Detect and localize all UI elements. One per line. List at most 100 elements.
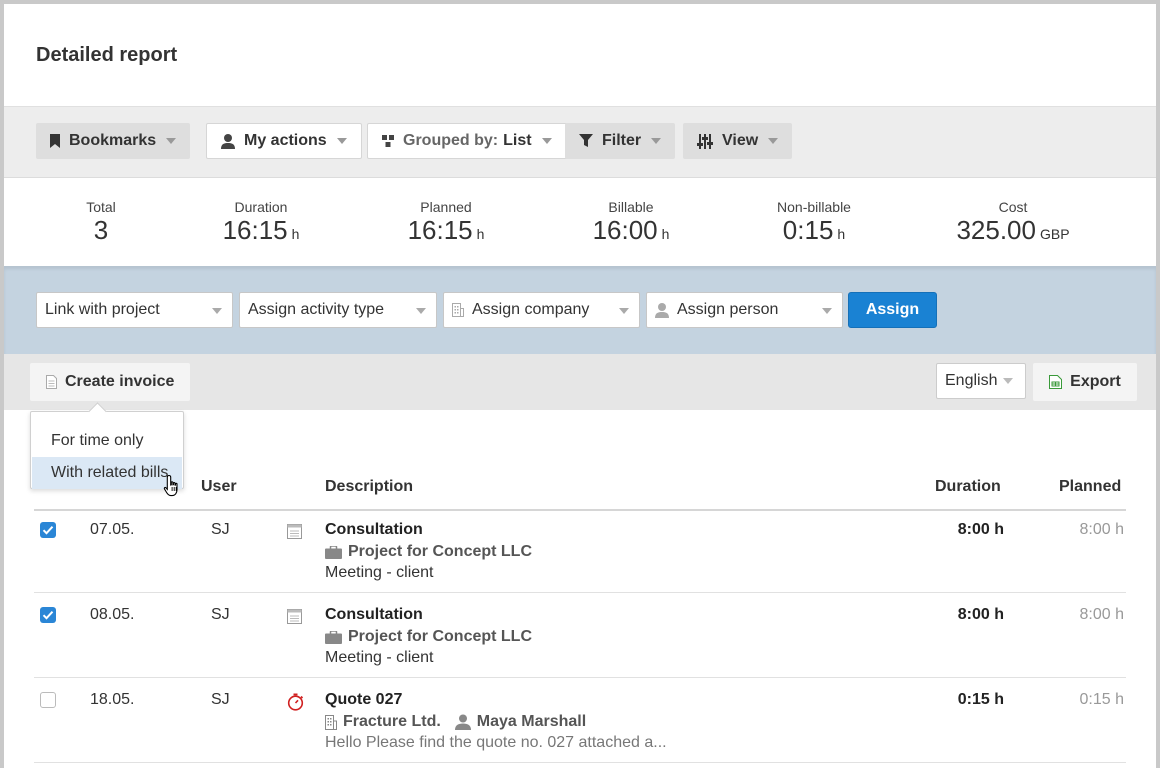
row-date: 18.05.	[90, 691, 135, 708]
chevron-down-icon	[212, 308, 222, 314]
stat-unit: GBP	[1039, 226, 1070, 242]
stat-label: Cost	[998, 199, 1028, 215]
stat-label: Total	[86, 199, 116, 215]
chevron-down-icon	[651, 138, 662, 144]
menu-item-related-bills[interactable]: With related bills	[32, 457, 182, 489]
row-checkbox[interactable]	[40, 607, 56, 623]
page-title: Detailed report	[36, 44, 178, 66]
row-project-name: Project for Concept LLC	[348, 628, 533, 645]
stat-value: 16:15 h	[201, 215, 321, 249]
stat-duration: Duration 16:15 h	[201, 199, 321, 249]
row-planned: 0:15 h	[1079, 691, 1124, 708]
stat-number: 16:15	[407, 215, 473, 245]
row-planned: 8:00 h	[1079, 606, 1124, 623]
report-toolbar: Bookmarks My actions Grouped by: List Fi…	[4, 106, 1156, 178]
row-project[interactable]: Project for Concept LLC	[325, 543, 532, 561]
stat-number: 16:00	[592, 215, 658, 245]
stat-billable: Billable 16:00 h	[571, 199, 691, 249]
action-bar: Create invoice English Export	[4, 354, 1156, 410]
row-project[interactable]: Project for Concept LLC	[325, 628, 532, 646]
building-icon	[452, 303, 464, 317]
stat-non-billable: Non-billable 0:15 h	[754, 199, 874, 249]
stat-unit: h	[476, 226, 485, 242]
row-title[interactable]: Consultation	[325, 521, 423, 539]
stat-label: Planned	[420, 199, 472, 215]
person-icon	[454, 714, 471, 730]
stat-value: 16:00 h	[571, 215, 691, 249]
hand-pointer-icon	[163, 474, 183, 503]
create-invoice-label: Create invoice	[65, 373, 175, 390]
briefcase-icon	[325, 630, 342, 644]
column-header-description[interactable]: Description	[325, 478, 413, 496]
table-row[interactable]: 18.05. SJ Quote 027 Fracture Ltd. Maya M…	[34, 678, 1126, 763]
row-duration: 0:15 h	[957, 691, 1004, 708]
stopwatch-icon	[287, 693, 304, 711]
grouped-by-button[interactable]: Grouped by: List	[367, 123, 567, 159]
row-checkbox[interactable]	[40, 522, 56, 538]
row-title[interactable]: Quote 027	[325, 691, 402, 709]
column-header-planned[interactable]: Planned	[1059, 478, 1121, 496]
stat-label: Duration	[234, 199, 288, 215]
funnel-icon	[579, 134, 593, 148]
building-icon	[325, 714, 337, 730]
row-company[interactable]: Fracture Ltd. Maya Marshall	[325, 713, 586, 731]
stat-number: 0:15	[782, 215, 834, 245]
bookmark-icon	[50, 134, 60, 148]
filter-label: Filter	[602, 132, 642, 149]
view-label: View	[722, 132, 759, 149]
stat-unit: h	[291, 226, 300, 242]
chevron-down-icon	[619, 308, 629, 314]
row-date: 07.05.	[90, 521, 135, 538]
calendar-icon	[287, 523, 302, 539]
table-row[interactable]: 07.05. SJ Consultation Project for Conce…	[34, 508, 1126, 593]
activity-type-select[interactable]: Assign activity type	[239, 292, 437, 328]
row-project-name: Project for Concept LLC	[348, 543, 533, 560]
language-select[interactable]: English	[936, 363, 1026, 399]
stat-number: 325.00	[956, 215, 1036, 245]
column-header-user[interactable]: User	[201, 478, 237, 496]
language-value: English	[945, 372, 998, 389]
grouped-by-label: Grouped by:	[403, 132, 499, 149]
row-note: Meeting - client	[325, 564, 434, 581]
company-label: Assign company	[472, 301, 590, 318]
chevron-down-icon	[541, 138, 552, 144]
row-date: 08.05.	[90, 606, 135, 623]
create-invoice-button[interactable]: Create invoice	[30, 363, 191, 401]
my-actions-label: My actions	[244, 132, 327, 149]
row-checkbox[interactable]	[40, 692, 56, 708]
filter-button[interactable]: Filter	[565, 123, 676, 159]
table-row[interactable]: 08.05. SJ Consultation Project for Conce…	[34, 593, 1126, 678]
stat-number: 3	[93, 215, 109, 245]
group-icon	[382, 135, 394, 147]
row-title[interactable]: Consultation	[325, 606, 423, 624]
spreadsheet-icon	[1049, 375, 1063, 389]
person-icon	[655, 302, 669, 318]
stat-value: 16:15 h	[386, 215, 506, 249]
bookmarks-button[interactable]: Bookmarks	[36, 123, 191, 159]
link-project-label: Link with project	[45, 301, 160, 318]
sliders-icon	[697, 133, 713, 149]
checkmark-icon	[42, 611, 54, 620]
company-select[interactable]: Assign company	[443, 292, 640, 328]
chevron-down-icon	[336, 138, 347, 144]
stat-value: 325.00 GBP	[938, 215, 1088, 249]
invoice-options-menu: For time only With related bills	[30, 411, 184, 489]
row-duration: 8:00 h	[957, 606, 1004, 623]
bulk-assign-bar: Link with project Assign activity type A…	[4, 266, 1156, 354]
export-button[interactable]: Export	[1033, 363, 1137, 401]
assign-button[interactable]: Assign	[848, 292, 937, 328]
view-button[interactable]: View	[683, 123, 793, 159]
person-select[interactable]: Assign person	[646, 292, 843, 328]
stat-unit: h	[837, 226, 846, 242]
chevron-down-icon	[416, 308, 426, 314]
grouped-by-value: List	[503, 132, 532, 149]
checkmark-icon	[42, 526, 54, 535]
briefcase-icon	[325, 545, 342, 559]
link-project-select[interactable]: Link with project	[36, 292, 233, 328]
calendar-icon	[287, 608, 302, 624]
my-actions-button[interactable]: My actions	[206, 123, 362, 159]
menu-item-time-only[interactable]: For time only	[32, 425, 182, 457]
stat-label: Non-billable	[777, 199, 851, 215]
column-header-duration[interactable]: Duration	[935, 478, 1001, 496]
report-window: Detailed report Bookmarks My actions Gro…	[0, 0, 1160, 768]
